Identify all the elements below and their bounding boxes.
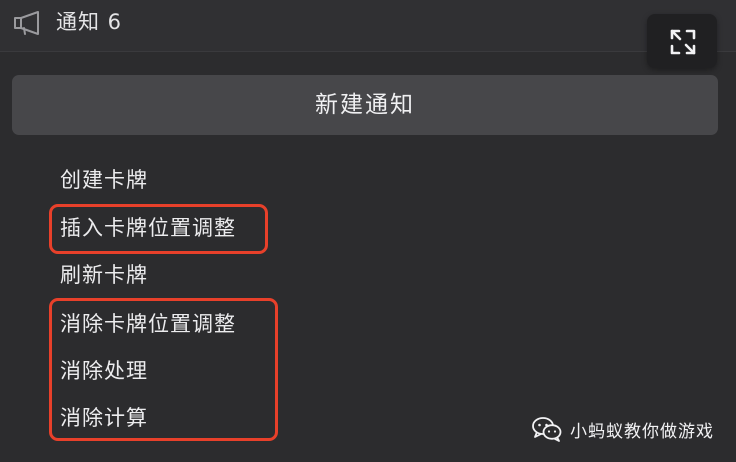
highlight-box xyxy=(49,204,268,254)
megaphone-icon xyxy=(12,10,44,36)
notifications-panel: 通知 6 新建通知 创建卡牌 插入卡牌位置调整 刷新卡牌 消除卡牌位置调整 消除… xyxy=(0,0,736,462)
watermark-text: 小蚂蚁教你做游戏 xyxy=(570,421,714,442)
watermark: 小蚂蚁教你做游戏 xyxy=(532,414,714,444)
wechat-icon xyxy=(532,416,562,442)
notification-item[interactable]: 刷新卡牌 xyxy=(60,261,148,289)
new-notification-button[interactable]: 新建通知 xyxy=(12,75,718,135)
expand-button[interactable] xyxy=(647,14,717,68)
panel-title: 通知 6 xyxy=(56,10,123,34)
notification-item[interactable]: 创建卡牌 xyxy=(60,166,148,194)
panel-header[interactable]: 通知 6 xyxy=(0,0,736,52)
highlight-box xyxy=(49,298,278,441)
